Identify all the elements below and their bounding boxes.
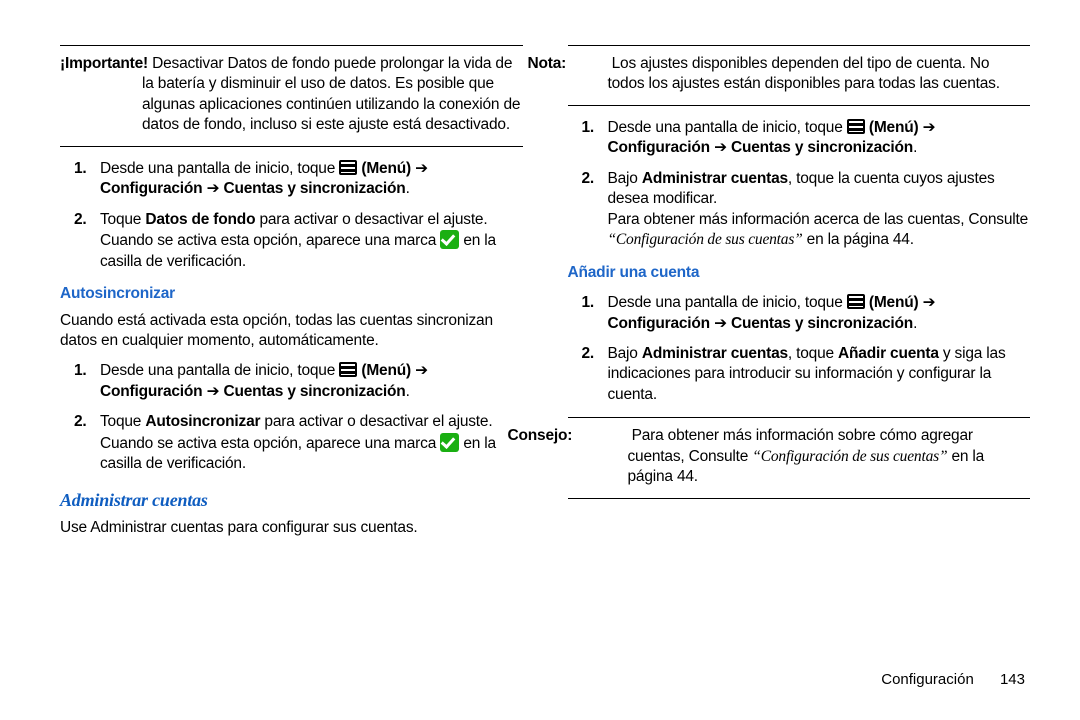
step-2: 2. Bajo Administrar cuentas, toque Añadi…	[608, 344, 1031, 405]
reference-link[interactable]: “Configuración de sus cuentas”	[752, 448, 947, 465]
acc: Cuentas y sincronización	[223, 180, 405, 197]
chapter-name: Configuración	[881, 671, 974, 688]
step-marker: 1.	[74, 361, 87, 381]
step-1: 1. Desde una pantalla de inicio, toque (…	[608, 293, 1031, 334]
steps-autosync: 1. Desde una pantalla de inicio, toque (…	[60, 361, 523, 474]
check-icon	[440, 230, 459, 249]
important-text: Desactivar Datos de fondo puede prolonga…	[142, 55, 520, 133]
step-marker: 2.	[74, 210, 87, 230]
manage-accounts-para: Use Administrar cuentas para configurar …	[60, 518, 523, 538]
step-2: 2. Toque Datos de fondo para activar o d…	[100, 210, 523, 272]
step-2: 2. Toque Autosincronizar para activar o …	[100, 412, 523, 474]
step-marker: 1.	[582, 293, 595, 313]
reference-link[interactable]: “Configuración de sus cuentas”	[608, 231, 803, 248]
important-note: ¡Importante! Desactivar Datos de fondo p…	[60, 45, 523, 147]
bold: Datos de fondo	[145, 211, 255, 228]
columns: ¡Importante! Desactivar Datos de fondo p…	[60, 45, 1030, 549]
step-marker: 2.	[74, 412, 87, 432]
menu-icon	[339, 160, 357, 175]
steps-datos-de-fondo: 1. Desde una pantalla de inicio, toque (…	[60, 159, 523, 272]
menu-icon	[847, 294, 865, 309]
nota-label: Nota:	[528, 55, 567, 72]
page-number: 143	[1000, 671, 1025, 688]
step-1: 1. Desde una pantalla de inicio, toque (…	[100, 361, 523, 402]
pre: Toque	[100, 211, 145, 228]
manual-page: ¡Importante! Desactivar Datos de fondo p…	[0, 0, 1080, 720]
menu-label: (Menú)	[361, 160, 411, 177]
step-marker: 1.	[74, 159, 87, 179]
step-1: 1. Desde una pantalla de inicio, toque (…	[608, 118, 1031, 159]
step-marker: 1.	[582, 118, 595, 138]
add-account-heading: Añadir una cuenta	[568, 263, 1031, 283]
arrow2: ➔	[207, 180, 224, 197]
step-2: 2. Bajo Administrar cuentas, toque la cu…	[608, 169, 1031, 251]
arrow: ➔	[415, 160, 428, 177]
autosync-heading: Autosincronizar	[60, 284, 523, 304]
text: Desde una pantalla de inicio, toque	[100, 160, 339, 177]
page-footer: Configuración 143	[881, 670, 1025, 690]
menu-icon	[339, 362, 357, 377]
check-icon	[440, 433, 459, 452]
consejo-box: Consejo: Para obtener más información so…	[568, 417, 1031, 498]
step-marker: 2.	[582, 344, 595, 364]
steps-manage: 1. Desde una pantalla de inicio, toque (…	[568, 118, 1031, 251]
step-1: 1. Desde una pantalla de inicio, toque (…	[100, 159, 523, 200]
important-label: ¡Importante!	[60, 55, 148, 72]
step-marker: 2.	[582, 169, 595, 189]
conf: Configuración	[100, 180, 202, 197]
nota-box: Nota: Los ajustes disponibles dependen d…	[568, 45, 1031, 106]
left-column: ¡Importante! Desactivar Datos de fondo p…	[60, 45, 523, 549]
autosync-para: Cuando está activada esta opción, todas …	[60, 311, 523, 352]
menu-icon	[847, 119, 865, 134]
nota-text: Los ajustes disponibles dependen del tip…	[608, 55, 1000, 92]
manage-accounts-heading: Administrar cuentas	[60, 489, 523, 513]
steps-add: 1. Desde una pantalla de inicio, toque (…	[568, 293, 1031, 405]
right-column: Nota: Los ajustes disponibles dependen d…	[568, 45, 1031, 549]
